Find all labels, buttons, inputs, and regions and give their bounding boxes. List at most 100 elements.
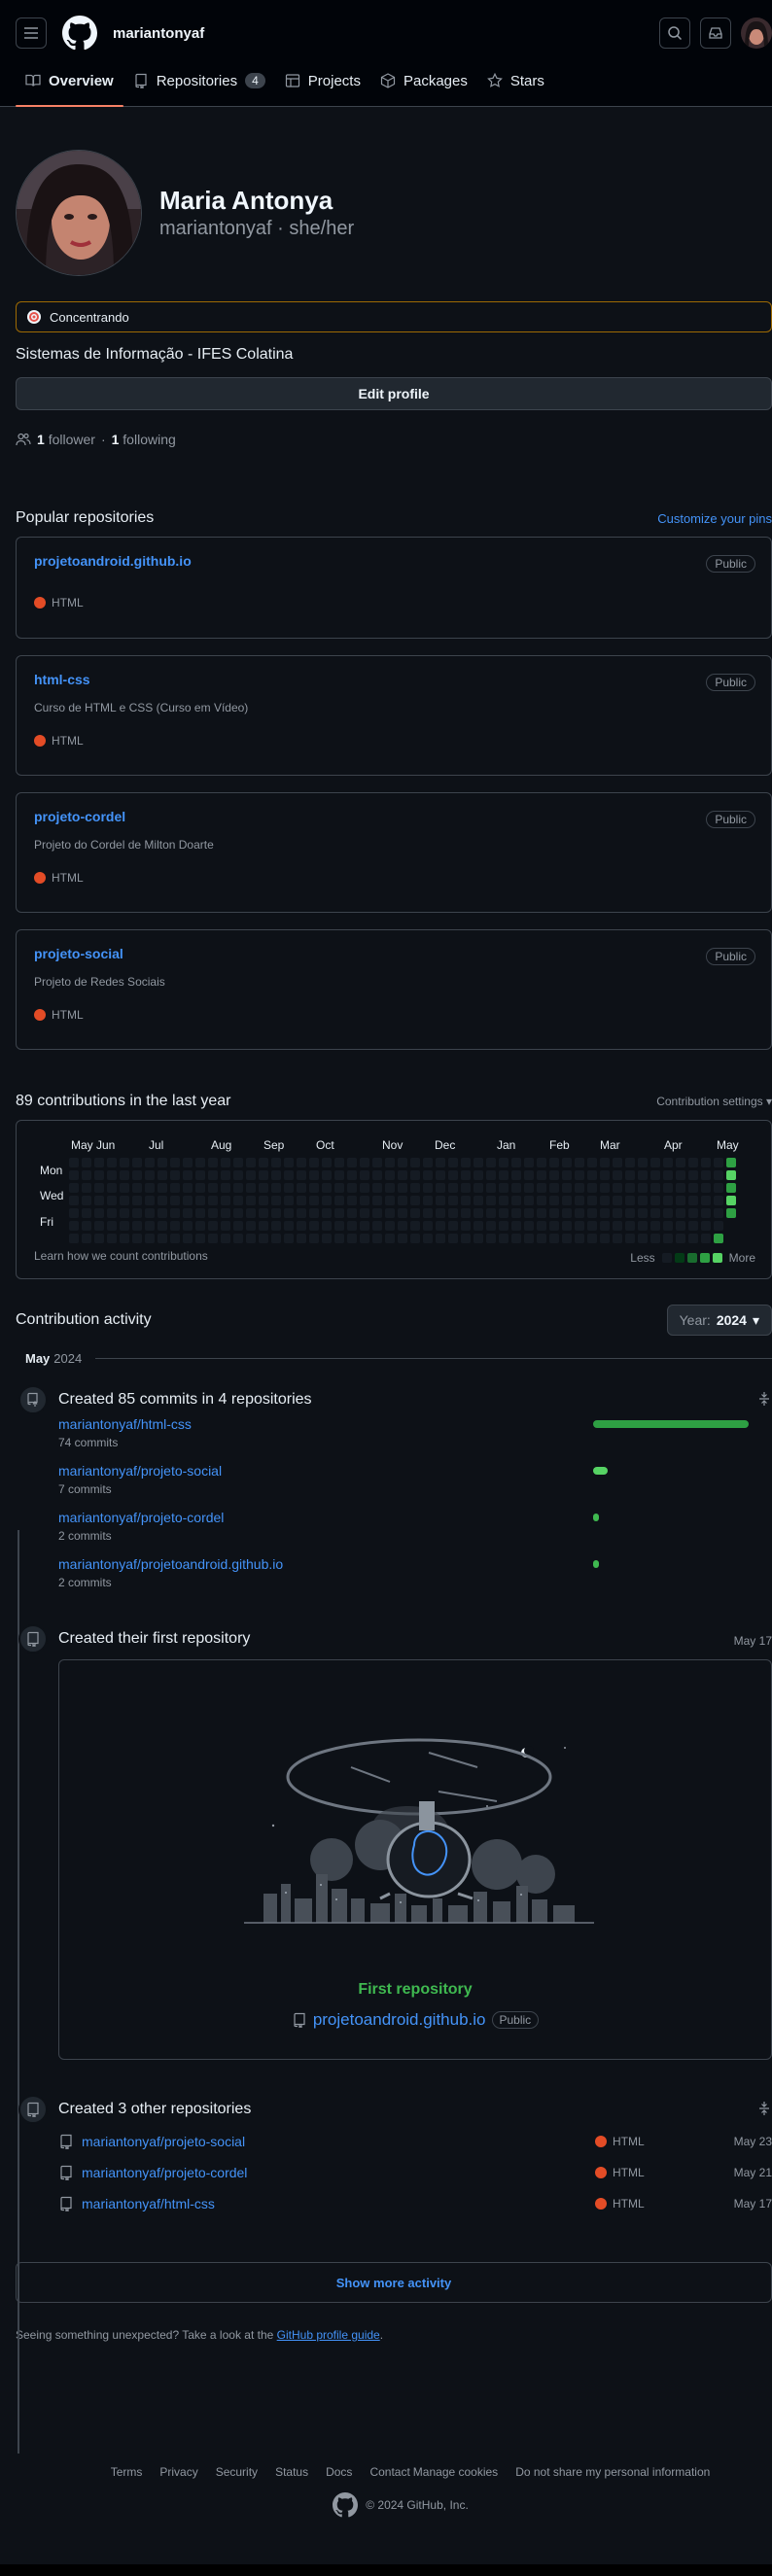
contribution-day-cell[interactable]	[233, 1196, 243, 1205]
contribution-day-cell[interactable]	[537, 1234, 546, 1243]
following-link[interactable]: 1 following	[112, 432, 176, 447]
contribution-day-cell[interactable]	[587, 1221, 597, 1231]
contribution-day-cell[interactable]	[297, 1221, 306, 1231]
contribution-day-cell[interactable]	[183, 1170, 193, 1180]
contribution-day-cell[interactable]	[132, 1170, 142, 1180]
contribution-day-cell[interactable]	[309, 1234, 319, 1243]
contribution-day-cell[interactable]	[436, 1158, 445, 1167]
contribution-day-cell[interactable]	[524, 1196, 534, 1205]
user-avatar-small[interactable]	[741, 17, 772, 49]
contribution-day-cell[interactable]	[410, 1208, 420, 1218]
contribution-day-cell[interactable]	[145, 1234, 155, 1243]
contribution-day-cell[interactable]	[208, 1158, 218, 1167]
contribution-day-cell[interactable]	[233, 1208, 243, 1218]
contribution-day-cell[interactable]	[474, 1234, 483, 1243]
contribution-day-cell[interactable]	[360, 1170, 369, 1180]
contribution-day-cell[interactable]	[461, 1221, 471, 1231]
contribution-day-cell[interactable]	[448, 1158, 458, 1167]
contribution-day-cell[interactable]	[120, 1221, 129, 1231]
contribution-day-cell[interactable]	[714, 1170, 723, 1180]
contribution-day-cell[interactable]	[334, 1234, 344, 1243]
contribution-day-cell[interactable]	[170, 1183, 180, 1193]
contribution-day-cell[interactable]	[208, 1170, 218, 1180]
contribution-day-cell[interactable]	[688, 1221, 698, 1231]
contribution-day-cell[interactable]	[271, 1234, 281, 1243]
contribution-day-cell[interactable]	[195, 1183, 205, 1193]
contribution-day-cell[interactable]	[347, 1208, 357, 1218]
contribution-day-cell[interactable]	[613, 1158, 622, 1167]
contribution-day-cell[interactable]	[650, 1208, 660, 1218]
contribution-day-cell[interactable]	[385, 1196, 395, 1205]
contribution-day-cell[interactable]	[158, 1221, 167, 1231]
contribution-day-cell[interactable]	[714, 1158, 723, 1167]
contribution-day-cell[interactable]	[347, 1221, 357, 1231]
contribution-day-cell[interactable]	[600, 1170, 610, 1180]
repo-name-link[interactable]: projeto-cordel	[34, 809, 125, 824]
contribution-day-cell[interactable]	[575, 1234, 584, 1243]
contribution-day-cell[interactable]	[372, 1221, 382, 1231]
contribution-day-cell[interactable]	[625, 1158, 635, 1167]
contribution-day-cell[interactable]	[170, 1170, 180, 1180]
contribution-day-cell[interactable]	[650, 1221, 660, 1231]
footer-link-contact[interactable]: Contact	[369, 2465, 409, 2479]
contribution-day-cell[interactable]	[474, 1183, 483, 1193]
contribution-day-cell[interactable]	[82, 1196, 91, 1205]
contribution-day-cell[interactable]	[511, 1196, 521, 1205]
contribution-day-cell[interactable]	[575, 1183, 584, 1193]
contribution-day-cell[interactable]	[297, 1234, 306, 1243]
contribution-day-cell[interactable]	[107, 1234, 117, 1243]
contribution-day-cell[interactable]	[107, 1208, 117, 1218]
contribution-day-cell[interactable]	[461, 1196, 471, 1205]
contribution-day-cell[interactable]	[284, 1234, 294, 1243]
contribution-day-cell[interactable]	[537, 1221, 546, 1231]
contribution-day-cell[interactable]	[663, 1234, 673, 1243]
contribution-day-cell[interactable]	[259, 1208, 268, 1218]
contribution-day-cell[interactable]	[233, 1234, 243, 1243]
contribution-day-cell[interactable]	[549, 1158, 559, 1167]
contribution-day-cell[interactable]	[334, 1170, 344, 1180]
tab-repositories[interactable]: Repositories 4	[123, 65, 275, 106]
contribution-day-cell[interactable]	[309, 1221, 319, 1231]
contribution-day-cell[interactable]	[650, 1170, 660, 1180]
contribution-day-cell[interactable]	[183, 1234, 193, 1243]
contribution-day-cell[interactable]	[423, 1170, 433, 1180]
contribution-day-cell[interactable]	[334, 1158, 344, 1167]
footer-link-security[interactable]: Security	[216, 2465, 258, 2479]
contribution-day-cell[interactable]	[398, 1183, 407, 1193]
contribution-day-cell[interactable]	[701, 1196, 711, 1205]
contribution-day-cell[interactable]	[271, 1183, 281, 1193]
contribution-day-cell[interactable]	[82, 1208, 91, 1218]
contribution-day-cell[interactable]	[676, 1183, 685, 1193]
contribution-day-cell[interactable]	[398, 1158, 407, 1167]
contribution-day-cell[interactable]	[511, 1158, 521, 1167]
contribution-day-cell[interactable]	[246, 1170, 256, 1180]
contribution-day-cell[interactable]	[195, 1221, 205, 1231]
contribution-day-cell[interactable]	[486, 1221, 496, 1231]
contribution-day-cell[interactable]	[347, 1170, 357, 1180]
contribution-day-cell[interactable]	[259, 1170, 268, 1180]
contribution-day-cell[interactable]	[688, 1183, 698, 1193]
contribution-day-cell[interactable]	[297, 1158, 306, 1167]
contribution-day-cell[interactable]	[511, 1234, 521, 1243]
contribution-day-cell[interactable]	[549, 1183, 559, 1193]
contribution-day-cell[interactable]	[107, 1158, 117, 1167]
collapse-icon[interactable]	[756, 2101, 772, 2119]
contribution-day-cell[interactable]	[297, 1183, 306, 1193]
contribution-day-cell[interactable]	[233, 1170, 243, 1180]
contribution-day-cell[interactable]	[461, 1158, 471, 1167]
contribution-day-cell[interactable]	[309, 1208, 319, 1218]
contribution-day-cell[interactable]	[511, 1170, 521, 1180]
contribution-day-cell[interactable]	[410, 1234, 420, 1243]
contribution-day-cell[interactable]	[120, 1183, 129, 1193]
contribution-day-cell[interactable]	[600, 1234, 610, 1243]
contribution-day-cell[interactable]	[132, 1234, 142, 1243]
contribution-day-cell[interactable]	[524, 1234, 534, 1243]
contribution-day-cell[interactable]	[714, 1196, 723, 1205]
contribution-day-cell[interactable]	[714, 1221, 723, 1231]
contribution-day-cell[interactable]	[246, 1208, 256, 1218]
other-repo-link[interactable]: mariantonyaf/projeto-social	[82, 2134, 245, 2149]
contribution-day-cell[interactable]	[385, 1183, 395, 1193]
contribution-day-cell[interactable]	[410, 1196, 420, 1205]
contribution-day-cell[interactable]	[701, 1221, 711, 1231]
contribution-day-cell[interactable]	[195, 1208, 205, 1218]
